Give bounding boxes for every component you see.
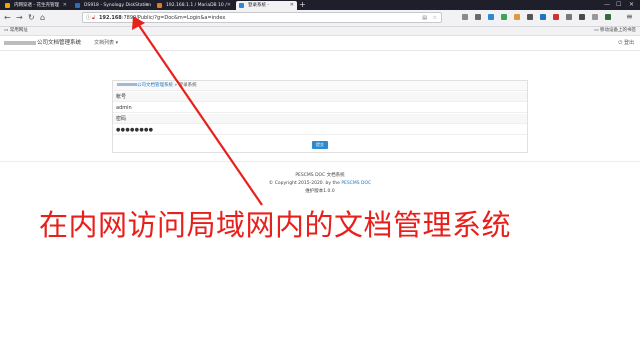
reload-icon[interactable]: ↻ [28, 13, 35, 23]
footer-title: PESCMS DOC 文档系统 [295, 173, 345, 178]
tab-favicon-icon [75, 3, 80, 8]
url-path: :7890/Public/?g=Doc&m=Login&a=index [121, 15, 226, 21]
chevron-down-icon: ▾ [115, 40, 119, 46]
tab-login-active[interactable]: 登录系统 - ✕ [236, 1, 297, 10]
account-label: 帐号 [113, 92, 527, 102]
tab-close-icon[interactable]: ✕ [290, 1, 294, 10]
logout-icon: ⏻ [618, 40, 623, 46]
tab-synology[interactable]: DS918 - Synology DiskStation ✕ [72, 1, 152, 10]
tab-favicon-icon [157, 3, 162, 8]
extension-icon[interactable] [501, 14, 507, 20]
tab-close-icon[interactable]: ✕ [63, 1, 67, 10]
extension-icon[interactable] [592, 14, 598, 20]
tab-favicon-icon [5, 3, 10, 8]
bookmark-folder[interactable]: ▭ 常用网址 [4, 27, 28, 35]
address-bar[interactable]: ⓘ 🔓︎ 192.168:7890/Public/?g=Doc&m=Login&… [82, 12, 442, 23]
footer-divider [0, 161, 640, 162]
url-text: 192.168:7890/Public/?g=Doc&m=Login&a=ind… [99, 13, 225, 23]
reader-icon[interactable]: ▤ [422, 13, 427, 23]
extension-icon[interactable] [605, 14, 611, 20]
extension-icon[interactable] [540, 14, 546, 20]
site-info-icon[interactable]: ⓘ [86, 13, 91, 23]
mobile-bookmarks-label: 移动设备上的书签 [600, 28, 636, 33]
mobile-bookmarks[interactable]: ▭ 移动设备上的书签 [594, 27, 636, 35]
tab-label: 内网穿透 - 花生壳管理 [14, 3, 59, 8]
extension-icon[interactable] [579, 14, 585, 20]
tab-close-icon[interactable]: ✕ [227, 1, 231, 10]
extension-icon[interactable] [488, 14, 494, 20]
tab-label: 登录系统 - [248, 3, 270, 8]
back-icon[interactable]: ← [4, 13, 11, 23]
account-input[interactable]: admin [113, 103, 527, 113]
footer-copyright: © Copyright 2015-2020. by the PESCMS DOC [0, 181, 640, 187]
close-window-icon[interactable]: ✕ [629, 0, 634, 10]
folder-icon: ▭ [4, 28, 9, 33]
submit-button[interactable]: 提交 [312, 141, 328, 149]
password-input[interactable]: ●●●●●●●● [113, 125, 527, 135]
forward-icon[interactable]: → [16, 13, 23, 23]
logout-label: 登出 [623, 40, 634, 46]
breadcrumb: 公司文档管理系统 » 登录系统 [113, 81, 527, 91]
bookmark-label: 常用网址 [9, 28, 28, 33]
breadcrumb-home-link[interactable]: 公司文档管理系统 [137, 83, 173, 88]
folder-icon: ▭ [594, 28, 599, 33]
docs-menu-label: 文档列表 [94, 40, 115, 46]
navigation-bar: ← → ↻ ⌂ ⓘ 🔓︎ 192.168:7890/Public/?g=Doc&… [0, 10, 640, 27]
login-panel: 公司文档管理系统 » 登录系统 帐号 admin 密码 ●●●●●●●● 提交 [112, 80, 528, 153]
site-header: 公司文档管理系统 文档列表 ▾ ⏻ 登出 [0, 36, 640, 51]
tab-favicon-icon [239, 3, 244, 8]
copyright-text: © Copyright 2015-2020. by the [268, 181, 342, 186]
logout-link[interactable]: ⏻ 登出 [618, 36, 634, 50]
brand-label: 公司文档管理系统 [37, 40, 82, 46]
url-host: 192.168 [99, 15, 122, 21]
tab-label: 192.168.1.1 / MariaDB 10 / [166, 3, 227, 8]
maximize-icon[interactable]: ☐ [616, 0, 621, 10]
extension-icon[interactable] [566, 14, 572, 20]
sidebar-icon[interactable] [475, 14, 481, 20]
menu-icon[interactable]: ≡ [626, 12, 633, 22]
redacted-block [117, 83, 137, 86]
minimize-icon[interactable]: — [604, 0, 610, 10]
home-icon[interactable]: ⌂ [40, 13, 45, 23]
site-brand[interactable]: 公司文档管理系统 [4, 36, 81, 50]
extension-icon[interactable] [527, 14, 533, 20]
insecure-lock-icon: 🔓︎ [92, 15, 96, 21]
library-icon[interactable] [462, 14, 468, 20]
tab-strip: 内网穿透 - 花生壳管理 ✕ DS918 - Synology DiskStat… [0, 0, 640, 10]
tab-label: DS918 - Synology DiskStation [84, 3, 152, 8]
extension-icon[interactable] [514, 14, 520, 20]
annotation-caption: 在内网访问局域网内的文档管理系统 [39, 208, 512, 242]
pescms-link[interactable]: PESCMS DOC [341, 181, 371, 186]
docs-menu[interactable]: 文档列表 ▾ [94, 36, 118, 50]
new-tab-button[interactable]: + [299, 0, 306, 10]
redacted-block [4, 40, 36, 45]
tab-peanut-hull[interactable]: 内网穿透 - 花生壳管理 ✕ [2, 1, 70, 10]
tab-close-icon[interactable]: ✕ [145, 1, 149, 10]
breadcrumb-current: 登录系统 [178, 83, 197, 88]
password-label: 密码 [113, 114, 527, 124]
bookmarks-bar: ▭ 常用网址 ▭ 移动设备上的书签 [0, 27, 640, 36]
tab-mariadb[interactable]: 192.168.1.1 / MariaDB 10 / ✕ [154, 1, 234, 10]
footer-version: 维护版本1.0.0 [305, 189, 335, 194]
bookmark-star-icon[interactable]: ☆ [433, 13, 437, 23]
extension-icon[interactable] [553, 14, 559, 20]
